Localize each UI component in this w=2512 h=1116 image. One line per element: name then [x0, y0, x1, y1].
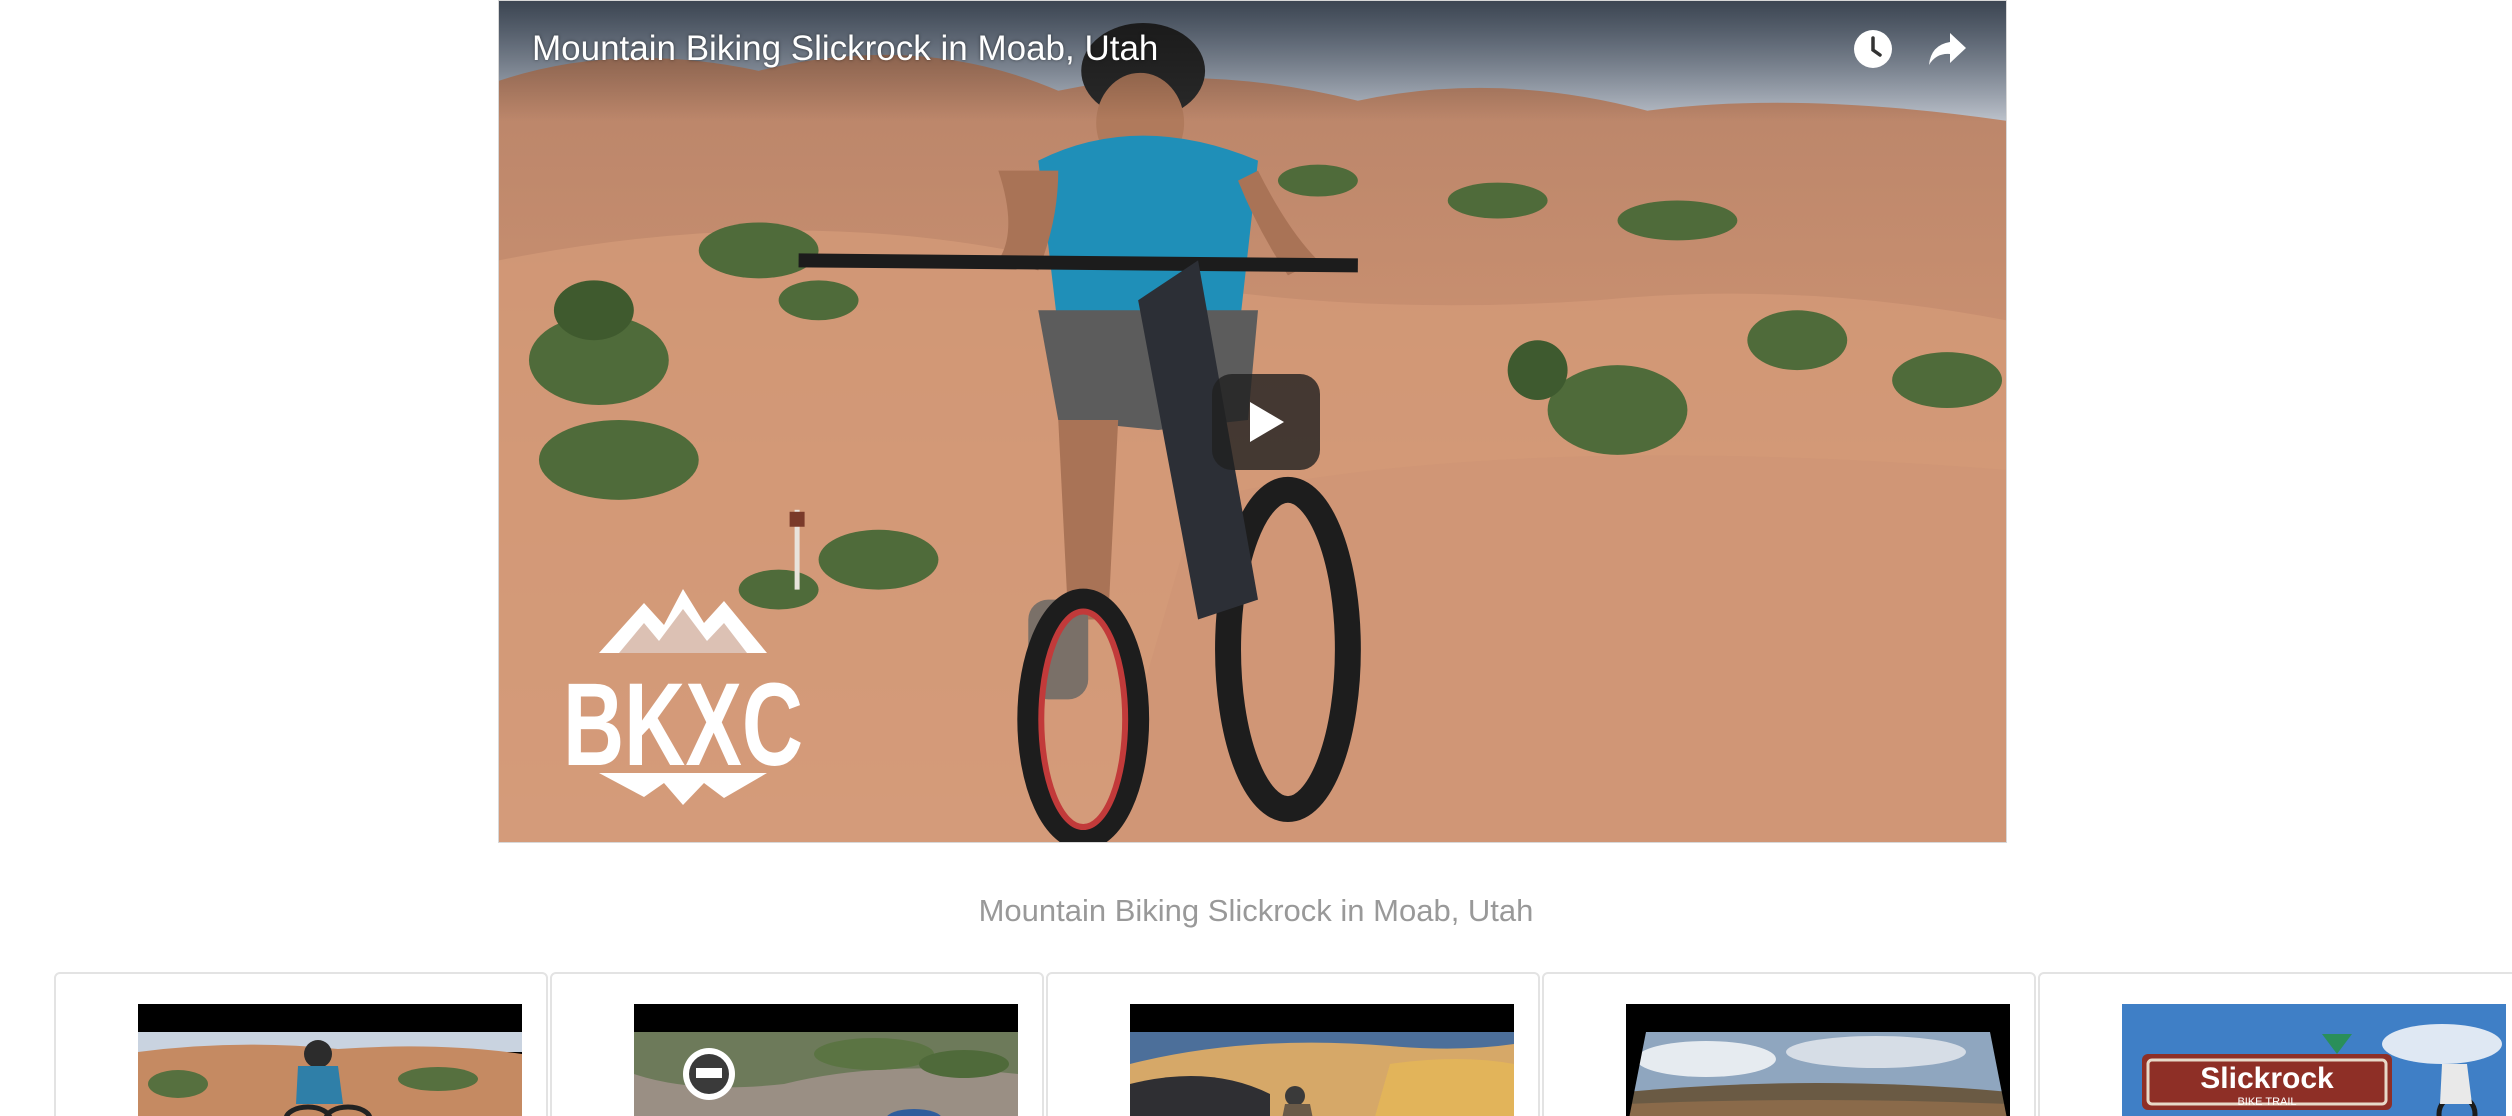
thumbnail-card[interactable]: [54, 972, 548, 1116]
thumbnail-card[interactable]: [1542, 972, 2036, 1116]
thumbnail-rider-trail: [634, 1004, 1018, 1116]
play-button[interactable]: [1212, 374, 1320, 470]
clock-icon[interactable]: [1851, 27, 1895, 71]
video-player[interactable]: Mountain Biking Slickrock in Moab, Utah …: [498, 0, 2007, 843]
channel-logo: BKXC: [563, 589, 803, 805]
svg-text:BIKE TRAIL: BIKE TRAIL: [2237, 1096, 2296, 1108]
play-icon: [1250, 402, 1284, 442]
thumbnail-trail-sign: Slickrock BIKE TRAIL: [2122, 1004, 2506, 1116]
thumbnail-panorama: [1626, 1004, 2010, 1116]
thumbnail-card[interactable]: [550, 972, 1044, 1116]
share-arrow-icon[interactable]: [1925, 27, 1969, 71]
thumbnail-rider-desert: [138, 1004, 522, 1116]
svg-text:BKXC: BKXC: [563, 659, 803, 791]
video-caption: Mountain Biking Slickrock in Moab, Utah: [978, 893, 1534, 928]
thumbnail-rider-slickrock: [1130, 1004, 1514, 1116]
svg-text:Slickrock: Slickrock: [2200, 1062, 2334, 1095]
thumbnail-card[interactable]: [1046, 972, 1540, 1116]
thumbnail-card[interactable]: Slickrock BIKE TRAIL: [2038, 972, 2512, 1116]
related-videos-strip: Slickrock BIKE TRAIL: [54, 972, 2512, 1116]
video-title[interactable]: Mountain Biking Slickrock in Moab, Utah: [532, 29, 1158, 69]
